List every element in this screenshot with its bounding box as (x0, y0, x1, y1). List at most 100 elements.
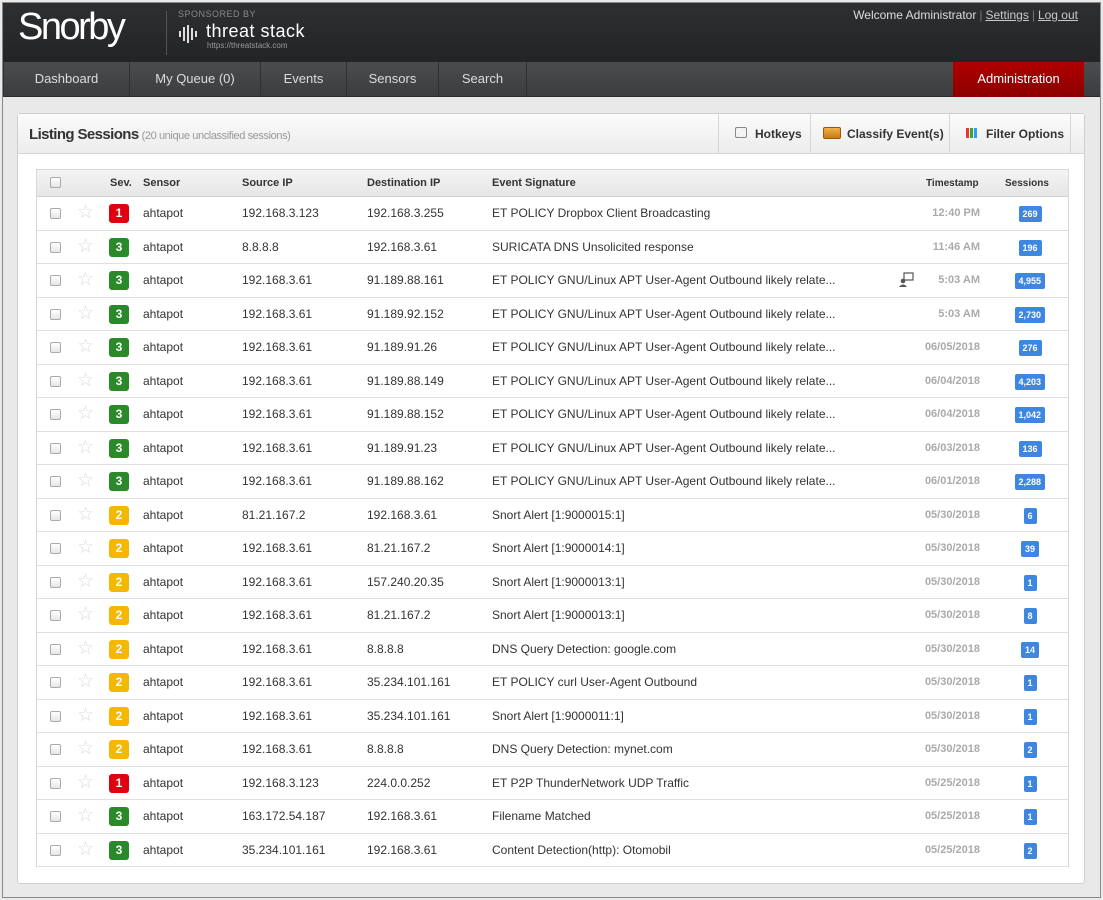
severity-badge[interactable]: 2 (109, 606, 129, 625)
row-checkbox[interactable] (50, 543, 61, 554)
severity-badge[interactable]: 3 (109, 438, 129, 458)
severity-badge[interactable]: 1 (109, 773, 129, 793)
star-icon[interactable]: ☆ (77, 739, 94, 759)
row-checkbox[interactable] (50, 576, 61, 588)
star-icon[interactable]: ☆ (77, 705, 94, 726)
sponsor-url[interactable]: https://threatstack.com (207, 41, 287, 50)
nav-search[interactable]: Search (439, 62, 527, 97)
star-icon[interactable]: ☆ (77, 538, 94, 558)
nav-events[interactable]: Events (261, 62, 347, 97)
table-row[interactable]: ☆ 2 ahtapot 192.168.3.61 35.234.101.161 Snort… (37, 699, 1068, 733)
star-icon[interactable]: ☆ (77, 806, 94, 826)
snorby-logo[interactable]: Snorby (18, 6, 126, 49)
select-all-checkbox[interactable] (50, 177, 61, 188)
row-checkbox[interactable] (50, 476, 61, 487)
row-checkbox[interactable] (50, 777, 61, 789)
star-icon[interactable]: ☆ (77, 437, 94, 458)
row-checkbox[interactable] (50, 610, 61, 621)
sessions-count-badge[interactable]: 1,042 (1014, 407, 1046, 423)
nav-my-queue[interactable]: My Queue (0) (130, 62, 261, 97)
logout-link[interactable]: Log out (1038, 8, 1078, 22)
row-checkbox[interactable] (50, 342, 61, 353)
nav-sensors[interactable]: Sensors (347, 62, 439, 97)
row-checkbox[interactable] (50, 409, 61, 420)
row-checkbox[interactable] (50, 677, 61, 688)
filter-options-button[interactable]: Filter Options (949, 114, 1071, 154)
col-timestamp[interactable]: Timestamp (926, 170, 979, 197)
sessions-count-badge[interactable]: 2 (1023, 742, 1037, 758)
col-sev[interactable]: Sev. (110, 170, 132, 197)
severity-badge[interactable]: 3 (109, 271, 129, 290)
table-row[interactable]: ☆ 3 ahtapot 192.168.3.61 91.189.88.152 ET POL… (37, 398, 1068, 432)
col-source-ip[interactable]: Source IP (242, 170, 293, 197)
row-checkbox[interactable] (50, 375, 61, 387)
row-checkbox[interactable] (50, 744, 61, 755)
severity-badge[interactable]: 3 (109, 237, 129, 257)
severity-badge[interactable]: 1 (109, 204, 129, 223)
table-row[interactable]: ☆ 2 ahtapot 192.168.3.61 81.21.167.2 Snort Al… (37, 532, 1068, 566)
table-row[interactable]: ☆ 2 ahtapot 192.168.3.61 81.21.167.2 Snort Al… (37, 599, 1068, 633)
note-icon[interactable] (898, 272, 914, 288)
table-row[interactable]: ☆ 2 ahtapot 192.168.3.61 8.8.8.8 DNS Query De… (37, 733, 1068, 767)
col-sensor[interactable]: Sensor (143, 170, 180, 197)
star-icon[interactable]: ☆ (77, 571, 94, 592)
sessions-count-badge[interactable]: 39 (1021, 541, 1040, 557)
row-checkbox[interactable] (50, 442, 61, 454)
row-checkbox[interactable] (50, 308, 61, 320)
severity-badge[interactable]: 2 (109, 572, 129, 592)
sessions-count-badge[interactable]: 196 (1018, 239, 1042, 256)
sessions-count-badge[interactable]: 2 (1023, 842, 1037, 859)
severity-badge[interactable]: 2 (109, 539, 129, 558)
table-row[interactable]: ☆ 2 ahtapot 81.21.167.2 192.168.3.61 Snort Al… (37, 498, 1068, 532)
sessions-count-badge[interactable]: 1 (1023, 809, 1037, 825)
table-row[interactable]: ☆ 2 ahtapot 192.168.3.61 157.240.20.35 Snort … (37, 565, 1068, 599)
table-row[interactable]: ☆ 3 ahtapot 8.8.8.8 192.168.3.61 SURICATA DNS… (37, 230, 1068, 264)
col-destination-ip[interactable]: Destination IP (367, 170, 440, 197)
severity-badge[interactable]: 2 (109, 505, 129, 525)
table-row[interactable]: ☆ 3 ahtapot 192.168.3.61 91.189.88.162 ET POL… (37, 465, 1068, 499)
row-checkbox[interactable] (50, 710, 61, 722)
star-icon[interactable]: ☆ (77, 772, 94, 793)
table-row[interactable]: ☆ 3 ahtapot 192.168.3.61 91.189.88.149 ET POL… (37, 364, 1068, 398)
row-checkbox[interactable] (50, 208, 61, 219)
classify-events-button[interactable]: Classify Event(s) (810, 114, 949, 154)
table-row[interactable]: ☆ 3 ahtapot 192.168.3.61 91.189.91.26 ET POLI… (37, 331, 1068, 365)
sessions-count-badge[interactable]: 6 (1023, 507, 1037, 524)
table-row[interactable]: ☆ 2 ahtapot 192.168.3.61 35.234.101.161 ET PO… (37, 666, 1068, 700)
star-icon[interactable]: ☆ (77, 839, 94, 860)
nav-administration[interactable]: Administration (953, 62, 1084, 97)
table-row[interactable]: ☆ 3 ahtapot 192.168.3.61 91.189.88.161 ET POL… (37, 264, 1068, 298)
sessions-count-badge[interactable]: 4,955 (1014, 273, 1046, 289)
star-icon[interactable]: ☆ (77, 404, 94, 424)
row-checkbox[interactable] (50, 275, 61, 286)
sessions-count-badge[interactable]: 2,730 (1014, 306, 1046, 323)
row-checkbox[interactable] (50, 241, 61, 253)
col-sessions[interactable]: Sessions (1005, 170, 1049, 197)
star-icon[interactable]: ☆ (77, 270, 94, 290)
table-row[interactable]: ☆ 1 ahtapot 192.168.3.123 224.0.0.252 ET P2P … (37, 766, 1068, 800)
severity-badge[interactable]: 3 (109, 371, 129, 391)
col-event-signature[interactable]: Event Signature (492, 170, 576, 197)
table-row[interactable]: ☆ 3 ahtapot 163.172.54.187 192.168.3.61 Filen… (37, 800, 1068, 834)
star-icon[interactable]: ☆ (77, 370, 94, 391)
table-row[interactable]: ☆ 3 ahtapot 35.234.101.161 192.168.3.61 Conte… (37, 833, 1068, 867)
star-icon[interactable]: ☆ (77, 471, 94, 491)
hotkeys-button[interactable]: Hotkeys (718, 114, 810, 154)
sponsor-name[interactable]: threat stack (206, 21, 305, 42)
row-checkbox[interactable] (50, 844, 61, 856)
severity-badge[interactable]: 3 (109, 405, 129, 424)
table-row[interactable]: ☆ 1 ahtapot 192.168.3.123 192.168.3.255 ET PO… (37, 197, 1068, 231)
star-icon[interactable]: ☆ (77, 605, 94, 625)
severity-badge[interactable]: 2 (109, 673, 129, 692)
star-icon[interactable]: ☆ (77, 337, 94, 357)
sessions-count-badge[interactable]: 14 (1021, 641, 1040, 658)
settings-link[interactable]: Settings (985, 8, 1028, 22)
sessions-count-badge[interactable]: 2,288 (1014, 474, 1046, 490)
severity-badge[interactable]: 3 (109, 807, 129, 826)
nav-dashboard[interactable]: Dashboard (3, 62, 130, 97)
severity-badge[interactable]: 2 (109, 706, 129, 726)
severity-badge[interactable]: 2 (109, 639, 129, 659)
star-icon[interactable]: ☆ (77, 236, 94, 257)
table-row[interactable]: ☆ 3 ahtapot 192.168.3.61 91.189.91.23 ET POLI… (37, 431, 1068, 465)
table-row[interactable]: ☆ 2 ahtapot 192.168.3.61 8.8.8.8 DNS Query De… (37, 632, 1068, 666)
